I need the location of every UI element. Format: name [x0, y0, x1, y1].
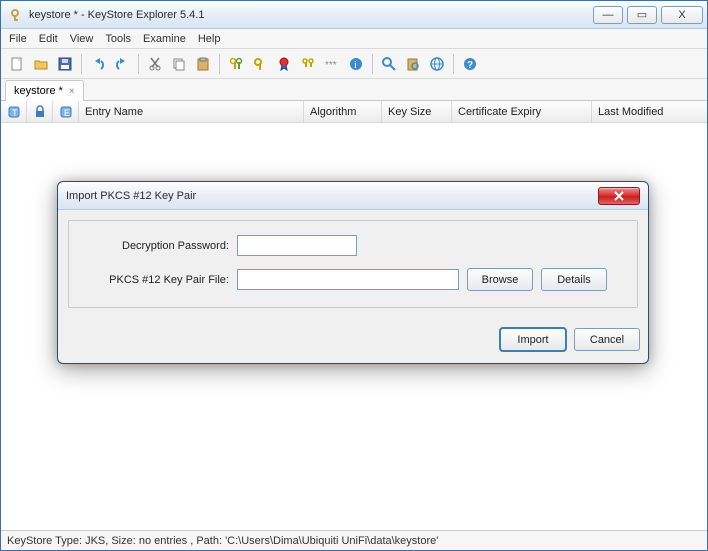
close-icon — [613, 191, 625, 201]
svg-text:i: i — [354, 60, 357, 71]
generate-secretkey-icon[interactable] — [250, 54, 270, 74]
toolbar: *** i ? — [1, 49, 707, 79]
properties-icon[interactable]: i — [346, 54, 366, 74]
toolbar-separator — [138, 54, 139, 74]
window-title: keystore * - KeyStore Explorer 5.4.1 — [29, 9, 204, 21]
col-expiry-icon[interactable]: E — [53, 101, 79, 122]
app-icon — [7, 7, 23, 23]
examine-file-icon[interactable] — [379, 54, 399, 74]
toolbar-separator — [81, 54, 82, 74]
copy-icon[interactable] — [169, 54, 189, 74]
examine-clipboard-icon[interactable] — [403, 54, 423, 74]
col-lock-icon[interactable] — [27, 101, 53, 122]
menu-bar: File Edit View Tools Examine Help — [1, 29, 707, 49]
import-cert-icon[interactable] — [274, 54, 294, 74]
tab-keystore[interactable]: keystore * × — [5, 80, 84, 101]
open-folder-icon[interactable] — [31, 54, 51, 74]
decryption-password-input[interactable] — [237, 235, 357, 256]
svg-text:?: ? — [467, 60, 473, 71]
keypair-file-label: PKCS #12 Key Pair File: — [81, 274, 229, 286]
status-text: KeyStore Type: JKS, Size: no entries , P… — [7, 535, 438, 547]
dialog-title-bar[interactable]: Import PKCS #12 Key Pair — [58, 182, 648, 210]
import-keypair-icon[interactable] — [298, 54, 318, 74]
main-window: keystore * - KeyStore Explorer 5.4.1 — ▭… — [0, 0, 708, 551]
col-cert-expiry[interactable]: Certificate Expiry — [452, 101, 592, 122]
table-body[interactable]: Import PKCS #12 Key Pair Decryption Pass… — [1, 123, 707, 530]
col-key-size[interactable]: Key Size — [382, 101, 452, 122]
dialog-title: Import PKCS #12 Key Pair — [66, 190, 196, 202]
set-password-icon[interactable]: *** — [322, 54, 342, 74]
table-header: T E Entry Name Algorithm Key Size Certif… — [1, 101, 707, 123]
tab-label: keystore * — [14, 85, 63, 97]
help-icon[interactable]: ? — [460, 54, 480, 74]
svg-text:T: T — [12, 108, 18, 118]
tab-close-icon[interactable]: × — [69, 86, 75, 97]
examine-ssl-icon[interactable] — [427, 54, 447, 74]
title-bar[interactable]: keystore * - KeyStore Explorer 5.4.1 — ▭… — [1, 1, 707, 29]
undo-icon[interactable] — [88, 54, 108, 74]
tab-bar: keystore * × — [1, 79, 707, 101]
details-button[interactable]: Details — [541, 268, 607, 291]
import-pkcs12-dialog: Import PKCS #12 Key Pair Decryption Pass… — [57, 181, 649, 364]
col-type-icon[interactable]: T — [1, 101, 27, 122]
keypair-file-input[interactable] — [237, 269, 459, 290]
save-disk-icon[interactable] — [55, 54, 75, 74]
menu-help[interactable]: Help — [198, 33, 221, 45]
dialog-actions: Import Cancel — [58, 318, 648, 363]
maximize-button[interactable]: ▭ — [627, 6, 657, 24]
cut-icon[interactable] — [145, 54, 165, 74]
close-button[interactable]: X — [661, 6, 703, 24]
toolbar-separator — [372, 54, 373, 74]
redo-icon[interactable] — [112, 54, 132, 74]
toolbar-separator — [453, 54, 454, 74]
col-algorithm[interactable]: Algorithm — [304, 101, 382, 122]
status-bar: KeyStore Type: JKS, Size: no entries , P… — [1, 530, 707, 550]
minimize-button[interactable]: — — [593, 6, 623, 24]
menu-file[interactable]: File — [9, 33, 27, 45]
dialog-close-button[interactable] — [598, 187, 640, 205]
menu-view[interactable]: View — [70, 33, 94, 45]
svg-text:E: E — [64, 108, 70, 118]
menu-tools[interactable]: Tools — [105, 33, 131, 45]
dialog-input-group: Decryption Password: PKCS #12 Key Pair F… — [68, 220, 638, 308]
new-file-icon[interactable] — [7, 54, 27, 74]
menu-examine[interactable]: Examine — [143, 33, 186, 45]
cancel-button[interactable]: Cancel — [574, 328, 640, 351]
import-button[interactable]: Import — [500, 328, 566, 351]
generate-keypair-icon[interactable] — [226, 54, 246, 74]
svg-text:***: *** — [325, 60, 337, 71]
dialog-body: Decryption Password: PKCS #12 Key Pair F… — [58, 210, 648, 318]
col-entry-name[interactable]: Entry Name — [79, 101, 304, 122]
col-last-modified[interactable]: Last Modified — [592, 101, 707, 122]
browse-button[interactable]: Browse — [467, 268, 533, 291]
decryption-password-label: Decryption Password: — [81, 240, 229, 252]
paste-icon[interactable] — [193, 54, 213, 74]
toolbar-separator — [219, 54, 220, 74]
menu-edit[interactable]: Edit — [39, 33, 58, 45]
